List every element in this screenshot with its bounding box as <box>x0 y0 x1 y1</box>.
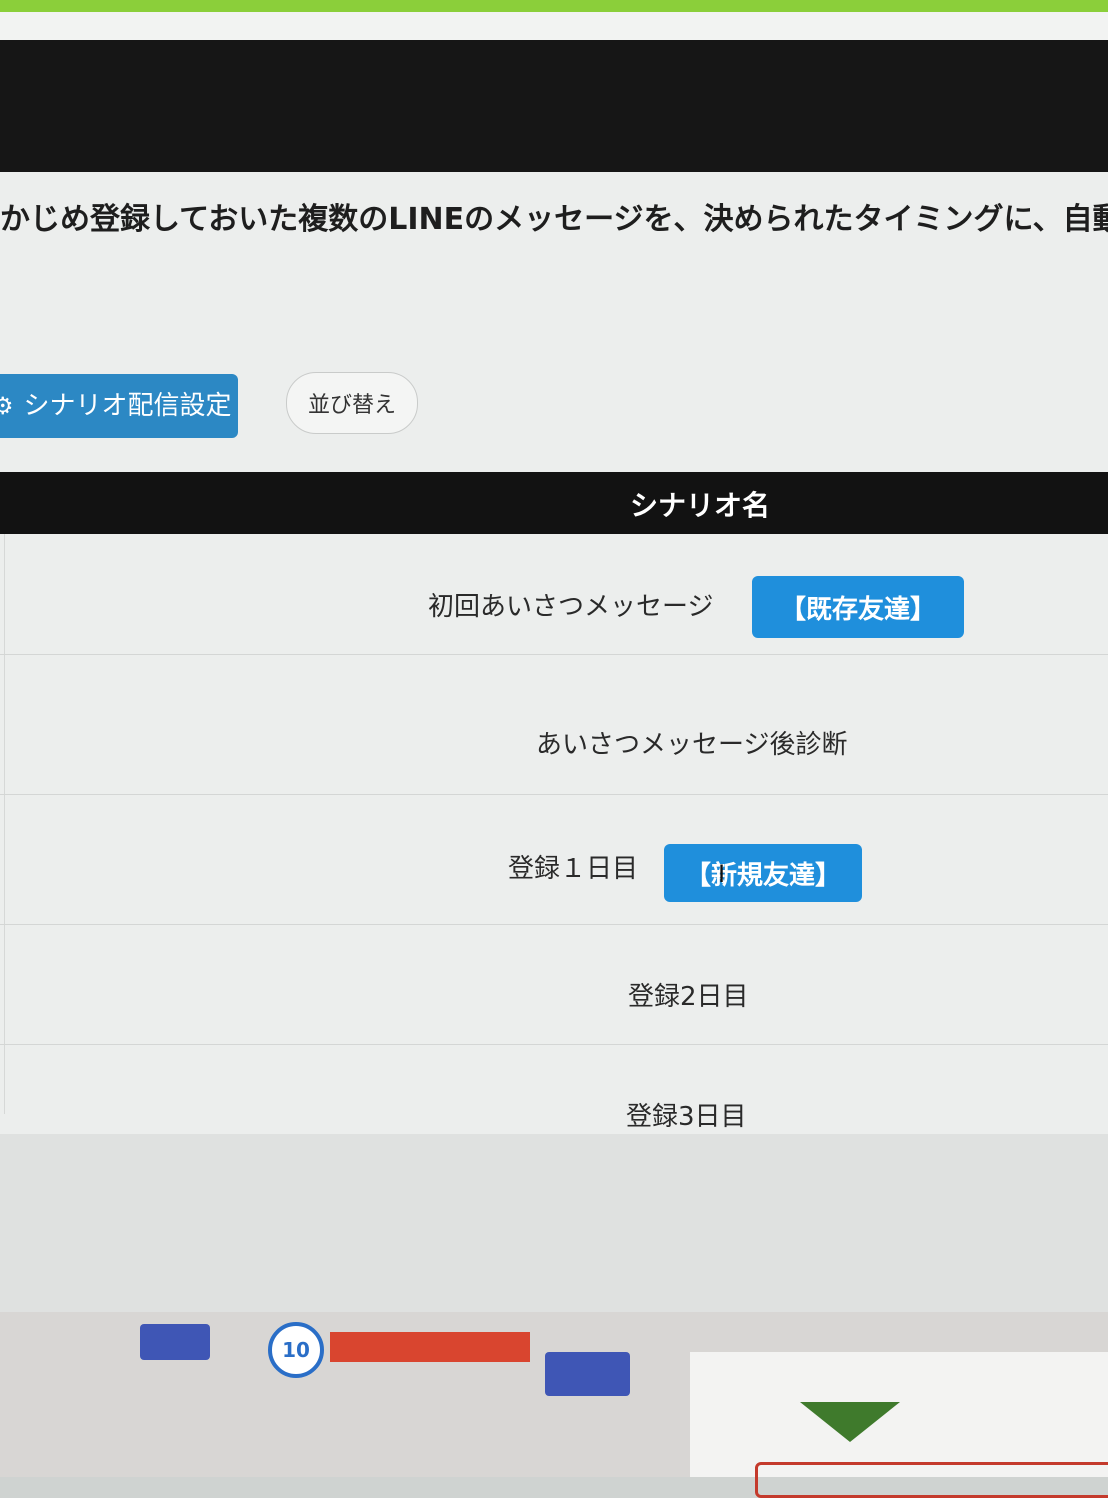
monitor-thumbnail <box>545 1352 630 1396</box>
red-outline-box <box>755 1462 1108 1498</box>
table-row[interactable]: 初回あいさつメッセージ 【既存友達】 <box>0 534 1108 655</box>
scenario-table: 初回あいさつメッセージ 【既存友達】 あいさつメッセージ後診断 登録１日目 【新… <box>0 534 1108 1134</box>
new-friends-badge-label: 【新規友達】 <box>684 860 841 891</box>
text-cursor-icon: I <box>718 860 726 888</box>
page-header-bar <box>0 40 1108 172</box>
page-description: かじめ登録しておいた複数のLINEのメッセージを、決められたタイミングに、自動で… <box>0 202 1108 237</box>
table-header: シナリオ名 <box>0 472 1108 534</box>
scenario-name[interactable]: あいさつメッセージ後診断 <box>536 724 847 761</box>
new-friends-badge[interactable]: 【新規友達】 I <box>664 844 862 902</box>
top-bezel <box>0 12 1108 40</box>
green-shape <box>800 1402 900 1442</box>
sort-label: 並び替え <box>307 393 396 418</box>
screen-empty-area <box>0 1134 1108 1314</box>
column-header-scenario-name: シナリオ名 <box>630 489 771 522</box>
table-row[interactable]: 登録2日目 <box>0 924 1108 1045</box>
top-green-strip <box>0 0 1108 12</box>
timer-badge: 10 <box>268 1322 324 1378</box>
gear-icon: ⚙ <box>0 392 14 420</box>
desk-background: 10 <box>0 1312 1108 1498</box>
table-row[interactable]: 登録１日目 【新規友達】 I <box>0 804 1108 925</box>
timer-badge-label: 10 <box>282 1338 310 1362</box>
scenario-settings-button[interactable]: ⚙ シナリオ配信設定 <box>0 374 238 438</box>
monitor-thumbnail <box>140 1324 210 1360</box>
sort-button[interactable]: 並び替え <box>286 372 418 434</box>
scenario-name[interactable]: 登録3日目 <box>626 1096 747 1133</box>
red-banner <box>330 1332 530 1362</box>
scenario-name[interactable]: 登録１日目 <box>508 848 638 885</box>
table-row[interactable]: あいさつメッセージ後診断 <box>0 674 1108 795</box>
scenario-name[interactable]: 登録2日目 <box>628 976 749 1013</box>
scenario-name[interactable]: 初回あいさつメッセージ <box>428 586 713 623</box>
scenario-settings-label: シナリオ配信設定 <box>23 391 232 421</box>
existing-friends-badge[interactable]: 【既存友達】 <box>752 576 964 638</box>
